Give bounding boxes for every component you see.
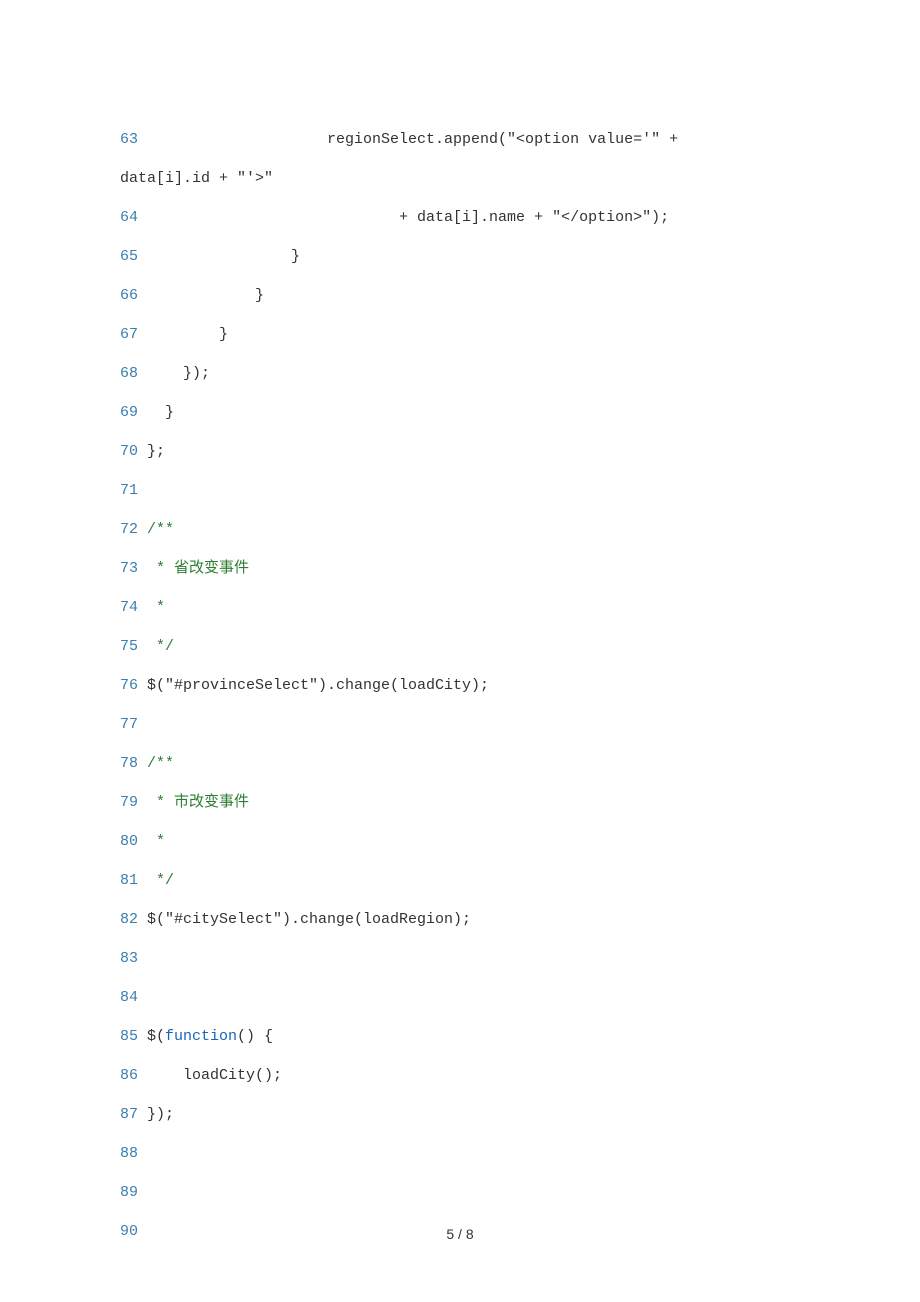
document-page: 63 regionSelect.append("<option value='"… xyxy=(0,0,920,1302)
code-line: 68 }); xyxy=(120,354,800,393)
code-line: 74 * xyxy=(120,588,800,627)
code-segment: () { xyxy=(237,1028,273,1045)
code-line: 80 * xyxy=(120,822,800,861)
code-segment: loadCity(); xyxy=(147,1067,282,1084)
code-segment: /** xyxy=(147,521,174,538)
code-line: 83 xyxy=(120,939,800,978)
code-line: 84 xyxy=(120,978,800,1017)
code-line: 64 + data[i].name + "</option>"); xyxy=(120,198,800,237)
code-segment: + data[i].name + "</option>"); xyxy=(147,209,669,226)
line-number: 69 xyxy=(120,393,138,432)
code-segment: regionSelect.append("<option value='" + xyxy=(147,131,687,148)
line-number: 74 xyxy=(120,588,138,627)
line-number: 64 xyxy=(120,198,138,237)
line-number: 87 xyxy=(120,1095,138,1134)
code-segment: }; xyxy=(147,443,165,460)
code-line: 87}); xyxy=(120,1095,800,1134)
line-number: 75 xyxy=(120,627,138,666)
line-number: 72 xyxy=(120,510,138,549)
code-segment: /** xyxy=(147,755,174,772)
code-segment: data[i].id + "'>" xyxy=(120,170,273,187)
line-number: 63 xyxy=(120,120,138,159)
code-segment: * xyxy=(147,833,174,850)
line-number: 88 xyxy=(120,1134,138,1173)
code-line: 86 loadCity(); xyxy=(120,1056,800,1095)
code-segment: $( xyxy=(147,1028,165,1045)
code-segment: */ xyxy=(147,638,174,655)
line-number: 76 xyxy=(120,666,138,705)
line-number: 68 xyxy=(120,354,138,393)
code-segment: function xyxy=(165,1028,237,1045)
code-line: 69 } xyxy=(120,393,800,432)
code-line: 81 */ xyxy=(120,861,800,900)
line-number: 66 xyxy=(120,276,138,315)
line-number: 70 xyxy=(120,432,138,471)
code-line: 63 regionSelect.append("<option value='"… xyxy=(120,120,800,159)
code-line: 70}; xyxy=(120,432,800,471)
line-number: 83 xyxy=(120,939,138,978)
code-segment: } xyxy=(147,404,174,421)
code-line: 73 * 省改变事件 xyxy=(120,549,800,588)
code-line: 82 $("#citySelect").change(loadRegion); xyxy=(120,900,800,939)
line-number: 67 xyxy=(120,315,138,354)
line-number: 84 xyxy=(120,978,138,1017)
code-segment: } xyxy=(147,287,264,304)
code-segment: $("#provinceSelect").change(loadCity); xyxy=(147,677,489,694)
line-number: 86 xyxy=(120,1056,138,1095)
line-number: 71 xyxy=(120,471,138,510)
code-line: 66 } xyxy=(120,276,800,315)
code-segment: }); xyxy=(147,1106,174,1123)
code-line: 76 $("#provinceSelect").change(loadCity); xyxy=(120,666,800,705)
page-footer: 5 / 8 xyxy=(0,1226,920,1242)
code-line: 85 $(function() { xyxy=(120,1017,800,1056)
line-number: 82 xyxy=(120,900,138,939)
code-segment: * xyxy=(147,599,174,616)
code-line: 72 /** xyxy=(120,510,800,549)
line-number: 78 xyxy=(120,744,138,783)
line-number: 81 xyxy=(120,861,138,900)
code-line: 78 /** xyxy=(120,744,800,783)
code-line: 88 xyxy=(120,1134,800,1173)
code-line: 77 xyxy=(120,705,800,744)
code-segment: }); xyxy=(147,365,210,382)
code-segment: } xyxy=(147,248,300,265)
code-block: 63 regionSelect.append("<option value='"… xyxy=(120,120,800,1251)
line-number: 73 xyxy=(120,549,138,588)
code-segment: */ xyxy=(147,872,174,889)
code-line: 75 */ xyxy=(120,627,800,666)
line-number: 85 xyxy=(120,1017,138,1056)
line-number: 65 xyxy=(120,237,138,276)
code-line: 67 } xyxy=(120,315,800,354)
line-number: 79 xyxy=(120,783,138,822)
line-number: 80 xyxy=(120,822,138,861)
line-number: 77 xyxy=(120,705,138,744)
code-line: 65 } xyxy=(120,237,800,276)
code-line: 89 xyxy=(120,1173,800,1212)
code-segment: $("#citySelect").change(loadRegion); xyxy=(147,911,471,928)
code-segment: * 市改变事件 xyxy=(147,794,249,811)
code-segment: } xyxy=(147,326,228,343)
code-line: 79 * 市改变事件 xyxy=(120,783,800,822)
line-number: 89 xyxy=(120,1173,138,1212)
code-segment: * 省改变事件 xyxy=(147,560,249,577)
code-line: data[i].id + "'>" xyxy=(120,159,800,198)
code-line: 71 xyxy=(120,471,800,510)
